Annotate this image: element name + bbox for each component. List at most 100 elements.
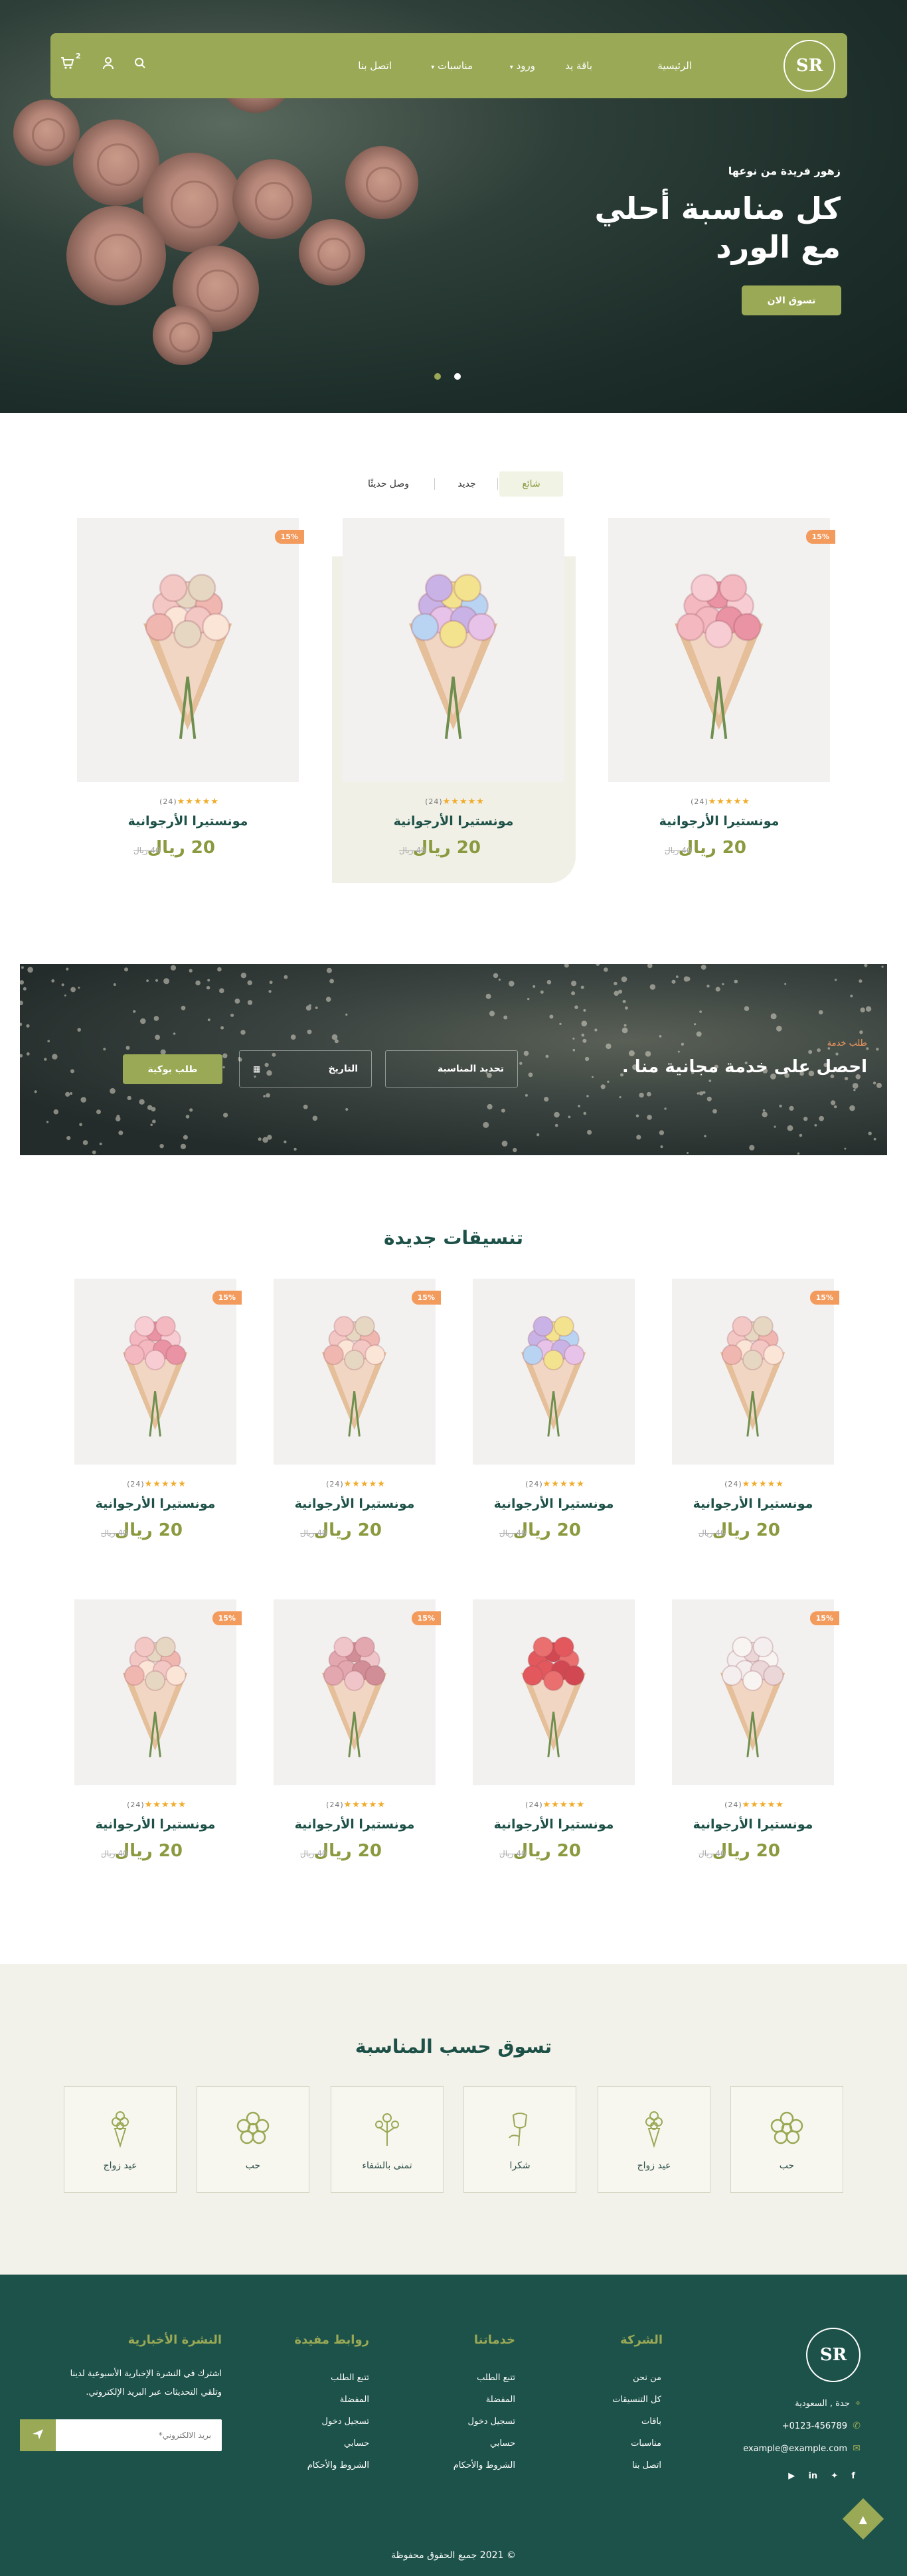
- rating-stars: ★★★★★(24): [124, 1479, 187, 1489]
- youtube-icon[interactable]: ▶: [788, 2471, 795, 2481]
- service-title: احصل على خدمة مجانية منا .: [621, 1057, 867, 1077]
- product-name[interactable]: مونستيرا الأرجوانية: [693, 1496, 813, 1511]
- product-name[interactable]: مونستيرا الأرجوانية: [494, 1817, 614, 1832]
- footer-link[interactable]: حسابي: [490, 2439, 515, 2449]
- scroll-top-button[interactable]: ▲: [842, 2498, 884, 2540]
- user-icon[interactable]: [102, 56, 114, 72]
- footer-link[interactable]: كل التنسيقات: [612, 2395, 661, 2405]
- footer-link[interactable]: مناسبات: [631, 2439, 661, 2449]
- footer-link[interactable]: من نحن: [633, 2373, 661, 2383]
- linkedin-icon[interactable]: in: [808, 2471, 817, 2481]
- occasion-card[interactable]: شكرا: [463, 2086, 576, 2193]
- product-image[interactable]: [343, 518, 564, 782]
- footer-link[interactable]: الشروط والأحكام: [454, 2460, 515, 2470]
- product-card[interactable]: 15% ★★★★★(24) مونستيرا الأرجوانية 20 ريال 40…: [74, 1279, 242, 1558]
- footer-link[interactable]: باقات: [641, 2417, 661, 2427]
- product-name[interactable]: مونستيرا الأرجوانية: [295, 1817, 415, 1832]
- slider-dot[interactable]: [434, 373, 441, 380]
- product-name[interactable]: مونستيرا الأرجوانية: [96, 1817, 216, 1832]
- search-icon[interactable]: [134, 57, 146, 72]
- product-card[interactable]: 15% ★★★★★(24) مونستيرا الأرجوانية 20 ريال 40…: [672, 1599, 839, 1878]
- product-card[interactable]: ★★★★★(24) مونستيرا الأرجوانية 20 ريال 40 ري…: [473, 1279, 635, 1558]
- product-name[interactable]: مونستيرا الأرجوانية: [693, 1817, 813, 1832]
- footer-link[interactable]: المفضلة: [486, 2395, 515, 2405]
- product-card[interactable]: ★★★★★(24) مونستيرا الأرجوانية 20 ريال 40 ري…: [343, 518, 564, 875]
- occasion-card[interactable]: تمنى بالشفاء: [331, 2086, 444, 2193]
- old-price: 40 ريال: [300, 1528, 327, 1538]
- product-image[interactable]: [274, 1599, 436, 1785]
- product-name[interactable]: مونستيرا الأرجوانية: [659, 814, 780, 829]
- product-image[interactable]: [473, 1599, 635, 1785]
- footer-logo[interactable]: SR: [806, 2328, 861, 2382]
- facebook-icon[interactable]: f: [851, 2471, 855, 2481]
- product-card[interactable]: ★★★★★(24) مونستيرا الأرجوانية 20 ريال 40 ري…: [473, 1599, 635, 1878]
- footer-link[interactable]: تتبع الطلب: [331, 2373, 369, 2383]
- product-image[interactable]: [608, 518, 830, 782]
- product-card[interactable]: 15% ★★★★★(24) مونستيرا الأرجوانية 20 ريال 40…: [77, 518, 304, 875]
- cart-icon[interactable]: [60, 56, 74, 73]
- old-price: 40 ريال: [101, 1528, 128, 1538]
- occasion-card[interactable]: حب: [730, 2086, 843, 2193]
- footer-link[interactable]: تسجيل دخول: [322, 2417, 370, 2427]
- subscribe-button[interactable]: [20, 2419, 56, 2451]
- phone: ✆ 0123-456789+: [782, 2421, 861, 2431]
- order-bouquet-button[interactable]: طلب بوكية: [123, 1054, 222, 1084]
- nav-bouquet[interactable]: باقة يد: [565, 60, 592, 72]
- flower-stem-icon: [367, 2109, 407, 2151]
- occasion-card[interactable]: عيد زواج: [64, 2086, 177, 2193]
- shop-now-button[interactable]: تسوق الان: [742, 285, 841, 315]
- occasion-select[interactable]: تحديد المناسبة: [385, 1050, 518, 1087]
- divider: [434, 478, 435, 490]
- footer-link[interactable]: اتصل بنا: [632, 2460, 661, 2470]
- product-card[interactable]: 15% ★★★★★(24) مونستيرا الأرجوانية 20 ريال 40…: [608, 518, 835, 875]
- service-banner: طلب خدمة احصل على خدمة مجانية منا . تحدي…: [20, 964, 887, 1155]
- email-input[interactable]: [56, 2419, 222, 2451]
- footer-link[interactable]: حسابي: [344, 2439, 369, 2449]
- old-price: 40 ريال: [499, 1528, 527, 1538]
- occasion-card[interactable]: حب: [197, 2086, 309, 2193]
- tab-popular[interactable]: شائع: [499, 471, 563, 497]
- footer: SR ⌖ جدة , السعودية ✆ 0123-456789+ ✉ exa…: [0, 2275, 907, 2576]
- product-card[interactable]: 15% ★★★★★(24) مونستيرا الأرجوانية 20 ريال 40…: [74, 1599, 242, 1878]
- calendar-icon: ▦: [253, 1064, 261, 1074]
- date-field[interactable]: التاريخ ▦: [239, 1050, 372, 1087]
- footer-link[interactable]: تتبع الطلب: [477, 2373, 515, 2383]
- product-card[interactable]: 15% ★★★★★(24) مونستيرا الأرجوانية 20 ريال 40…: [274, 1279, 441, 1558]
- product-name[interactable]: مونستيرا الأرجوانية: [295, 1496, 415, 1511]
- product-card[interactable]: 15% ★★★★★(24) مونستيرا الأرجوانية 20 ريال 40…: [274, 1599, 441, 1878]
- nav-occasions[interactable]: مناسبات ▾: [431, 60, 473, 72]
- product-image[interactable]: [74, 1599, 236, 1785]
- tab-arrivals[interactable]: وصل حديثًا: [345, 471, 432, 497]
- nav-home[interactable]: الرئيسية: [657, 60, 692, 72]
- phone-icon: ✆: [853, 2421, 861, 2431]
- logo[interactable]: SR: [783, 40, 835, 92]
- twitter-icon[interactable]: ✦: [831, 2471, 838, 2481]
- chevron-down-icon: ▾: [431, 64, 435, 71]
- footer-link[interactable]: تسجيل دخول: [468, 2417, 516, 2427]
- product-name[interactable]: مونستيرا الأرجوانية: [96, 1496, 216, 1511]
- product-name[interactable]: مونستيرا الأرجوانية: [128, 814, 248, 829]
- star-icon: ★★★★★: [742, 1479, 784, 1489]
- nav-contact[interactable]: اتصل بنا: [358, 60, 392, 72]
- nav-roses[interactable]: ورود ▾: [510, 60, 535, 72]
- occasion-label: حب: [245, 2160, 261, 2171]
- occasion-label: عيد زواج: [637, 2160, 671, 2171]
- footer-link[interactable]: الشروط والأحكام: [307, 2460, 369, 2470]
- product-name[interactable]: مونستيرا الأرجوانية: [494, 1496, 614, 1511]
- product-image[interactable]: [77, 518, 299, 782]
- rating-stars: ★★★★★(24): [323, 1479, 386, 1489]
- product-image[interactable]: [672, 1279, 834, 1465]
- discount-badge: 15%: [274, 530, 304, 544]
- product-image[interactable]: [473, 1279, 635, 1465]
- discount-badge: 15%: [805, 530, 835, 544]
- footer-link[interactable]: المفضلة: [340, 2395, 369, 2405]
- product-name[interactable]: مونستيرا الأرجوانية: [394, 814, 514, 829]
- product-card[interactable]: 15% ★★★★★(24) مونستيرا الأرجوانية 20 ريال 40…: [672, 1279, 839, 1558]
- product-image[interactable]: [274, 1279, 436, 1465]
- product-image[interactable]: [74, 1279, 236, 1465]
- occasion-card[interactable]: عيد زواج: [598, 2086, 710, 2193]
- tab-new[interactable]: جديد: [438, 471, 495, 497]
- star-icon: ★★★★★: [144, 1800, 187, 1810]
- product-image[interactable]: [672, 1599, 834, 1785]
- slider-dot[interactable]: [454, 373, 461, 380]
